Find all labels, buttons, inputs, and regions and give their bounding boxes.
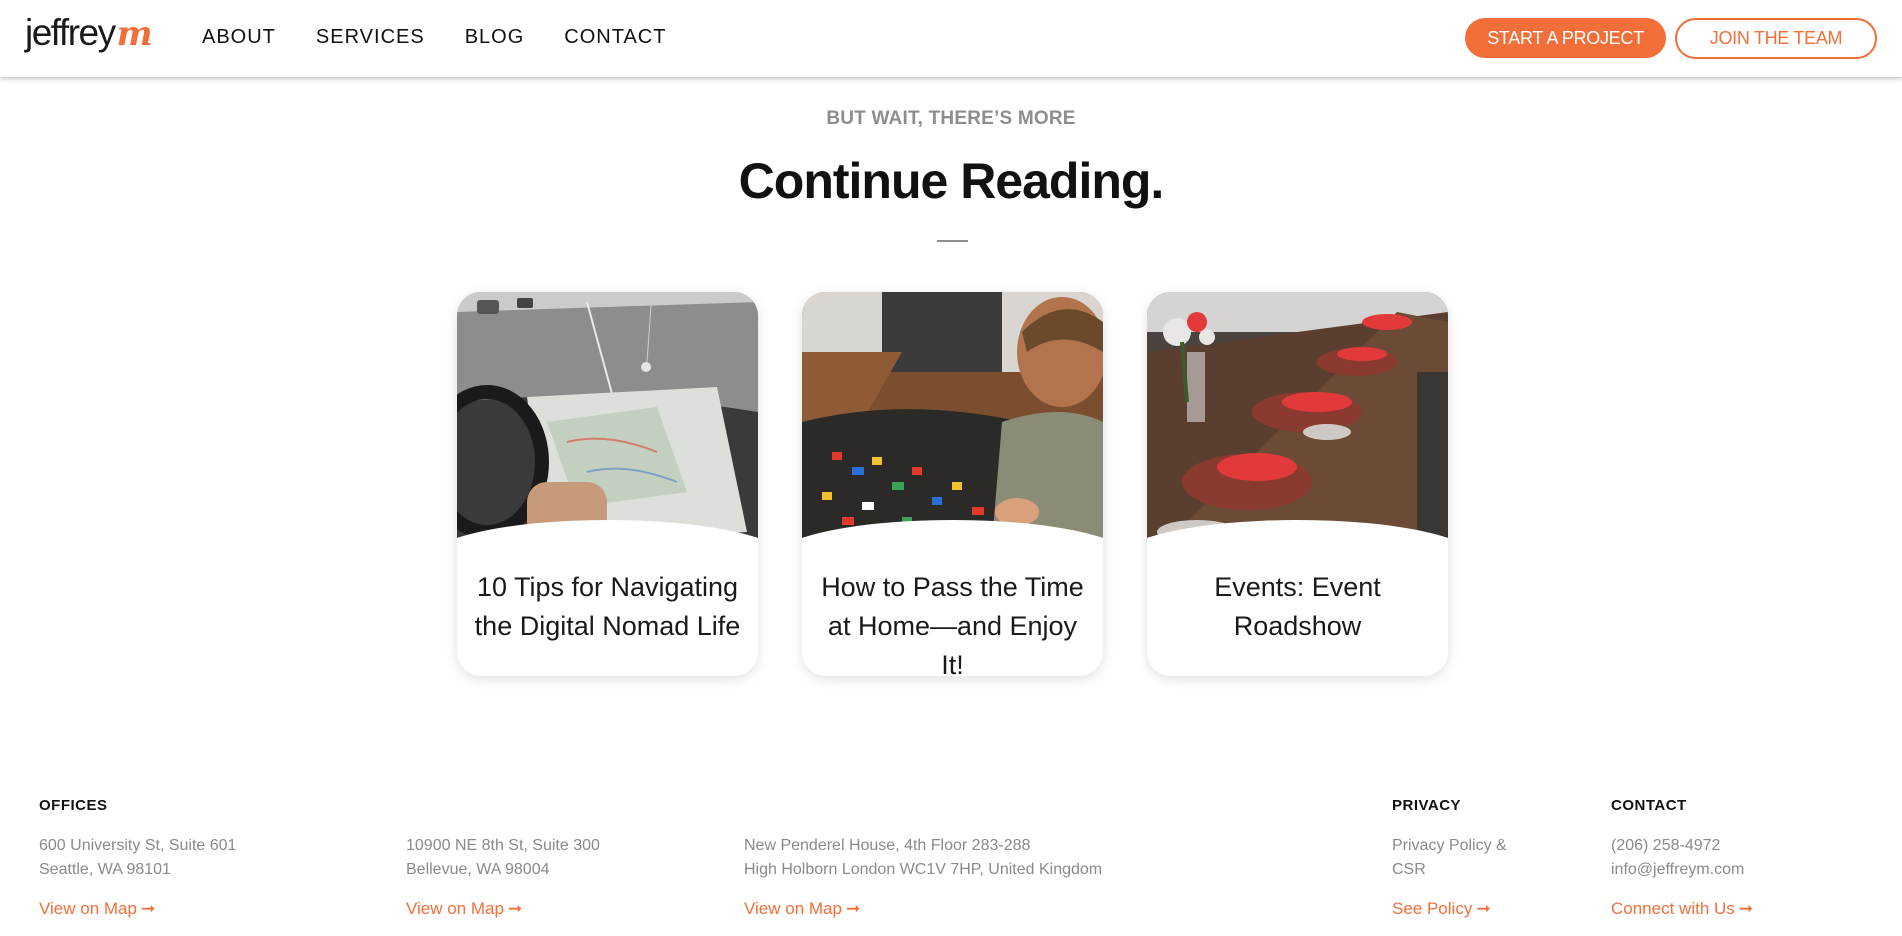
site-header: jeffrey m ABOUT SERVICES BLOG CONTACT ST…	[0, 0, 1902, 77]
arrow-right-icon: ➞	[845, 899, 861, 918]
nav-contact[interactable]: CONTACT	[564, 26, 666, 49]
join-team-button[interactable]: JOIN THE TEAM	[1675, 18, 1877, 59]
office-address-london: New Penderel House, 4th Floor 283-288 Hi…	[744, 837, 1103, 878]
child-lego-photo	[802, 292, 1103, 542]
start-project-button[interactable]: START A PROJECT	[1465, 18, 1666, 58]
section-title: Continue Reading.	[738, 153, 1165, 209]
article-card[interactable]: Events: Event Roadshow	[1147, 292, 1448, 676]
title-divider	[937, 240, 968, 242]
logo-mark: m	[116, 14, 153, 54]
contact-phone[interactable]: (206) 258-4972	[1611, 834, 1744, 858]
logo[interactable]: jeffrey m	[25, 12, 153, 58]
connect-link[interactable]: Connect with Us ➞	[1611, 899, 1753, 919]
card-title[interactable]: 10 Tips for Navigating the Digital Nomad…	[469, 568, 746, 646]
contact-email[interactable]: info@jeffreym.com	[1611, 858, 1744, 882]
view-map-link-bellevue[interactable]: View on Map ➞	[406, 899, 522, 919]
office-address-seattle: 600 University St, Suite 601 Seattle, WA…	[39, 837, 237, 878]
contact-details: (206) 258-4972 info@jeffreym.com	[1611, 834, 1744, 882]
road-map-photo	[457, 292, 758, 542]
card-title[interactable]: How to Pass the Time at Home—and Enjoy I…	[814, 568, 1091, 676]
section-eyebrow: BUT WAIT, THERE’S MORE	[826, 108, 1076, 129]
main-nav: ABOUT SERVICES BLOG CONTACT	[202, 26, 706, 49]
privacy-text: Privacy Policy & CSR	[1392, 837, 1507, 878]
arrow-right-icon: ➞	[507, 899, 523, 918]
logo-wordmark: jeffrey	[25, 12, 116, 53]
nav-about[interactable]: ABOUT	[202, 26, 276, 49]
footer-contact-heading: CONTACT	[1611, 797, 1687, 814]
arrow-right-icon: ➞	[1476, 899, 1491, 918]
see-policy-link[interactable]: See Policy ➞	[1392, 899, 1491, 919]
arrow-right-icon: ➞	[140, 899, 156, 918]
card-title[interactable]: Events: Event Roadshow	[1159, 568, 1436, 646]
nav-blog[interactable]: BLOG	[465, 26, 525, 49]
article-card[interactable]: 10 Tips for Navigating the Digital Nomad…	[457, 292, 758, 676]
article-card[interactable]: How to Pass the Time at Home—and Enjoy I…	[802, 292, 1103, 676]
dinner-table-photo	[1147, 292, 1448, 542]
footer-privacy-heading: PRIVACY	[1392, 797, 1462, 814]
footer-offices-heading: OFFICES	[39, 797, 108, 814]
office-address-bellevue: 10900 NE 8th St, Suite 300 Bellevue, WA …	[406, 837, 600, 878]
view-map-link-london[interactable]: View on Map ➞	[744, 899, 860, 919]
view-map-link-seattle[interactable]: View on Map ➞	[39, 899, 155, 919]
arrow-right-icon: ➞	[1738, 899, 1754, 918]
nav-services[interactable]: SERVICES	[316, 26, 425, 49]
